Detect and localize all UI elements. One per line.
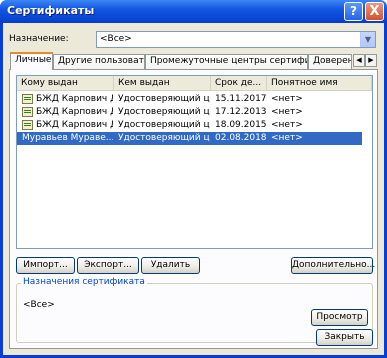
cell-issued-to: БЖД Карпович Д.А. (36, 120, 113, 130)
table-row[interactable]: БЖД Карпович Д.А. Удостоверяющий це... 1… (17, 93, 362, 106)
certificate-list[interactable]: Кому выдан Кем выдан Срок де... Понятное… (16, 75, 373, 249)
cell-friendly-name: <нет> (271, 133, 303, 143)
column-header-issued-by[interactable]: Кем выдан (114, 76, 211, 91)
advanced-button[interactable]: Дополнительно... (291, 257, 375, 274)
tab-scroll-left-icon[interactable]: ◀ (353, 54, 365, 67)
cell-issued-by: Удостоверяющий це... (118, 107, 210, 117)
certificate-icon (22, 107, 33, 117)
window-title: Сертификаты (7, 4, 95, 17)
certificates-dialog: Сертификаты ? X Назначение: <Все> ▼ Личн… (0, 0, 387, 358)
tab-other-people[interactable]: Другие пользователи (53, 54, 145, 70)
certificate-icon (22, 94, 33, 104)
cell-issued-by: Удостоверяющий це... (118, 133, 210, 143)
tab-intermediate-ca[interactable]: Промежуточные центры сертификации (145, 54, 308, 70)
tab-trusted-root[interactable]: Доверенн (308, 54, 352, 70)
cell-expiration: 18.09.2015 (215, 120, 267, 130)
purpose-select[interactable]: <Все> ▼ (96, 31, 376, 48)
help-button[interactable]: ? (344, 2, 363, 21)
cell-issued-by: Удостоверяющий це... (118, 94, 210, 104)
cell-expiration: 02.08.2018 (215, 133, 267, 143)
purpose-select-value: <Все> (100, 34, 132, 44)
cell-expiration: 17.12.2013 (215, 107, 267, 117)
chevron-down-icon[interactable]: ▼ (360, 32, 375, 47)
cell-friendly-name: <нет> (271, 107, 303, 117)
export-button[interactable]: Экспорт... (77, 257, 139, 274)
cell-issued-to: БЖД Карпович Д.А. (36, 107, 113, 117)
cell-expiration: 15.11.2017 (215, 94, 267, 104)
table-row[interactable]: БЖД Карпович Д.А. Удостоверяющий це... 1… (17, 119, 362, 132)
certificate-icon (22, 120, 33, 130)
purpose-label: Назначение: (9, 34, 69, 44)
cell-friendly-name: <нет> (271, 94, 303, 104)
cell-issued-to: БЖД Карпович Д.А. (36, 94, 113, 104)
tab-personal[interactable]: Личные (10, 52, 53, 70)
cell-issued-by: Удостоверяющий це... (118, 120, 210, 130)
certificate-purposes-value: <Все> (23, 300, 55, 310)
import-button[interactable]: Импорт... (16, 257, 75, 274)
delete-button[interactable]: Удалить (141, 257, 200, 274)
dialog-client-area: Назначение: <Все> ▼ Личные Другие пользо… (3, 23, 384, 355)
certificate-purposes-title: Назначения сертификата (21, 277, 147, 287)
table-row[interactable]: БЖД Карпович Д.А. Удостоверяющий це... 1… (17, 106, 362, 119)
view-button[interactable]: Просмотр (311, 309, 368, 326)
title-bar[interactable]: Сертификаты ? X (0, 0, 387, 23)
table-row-selected[interactable]: Муравьев Мураве... Удостоверяющий це... … (17, 132, 362, 145)
close-window-button[interactable]: X (365, 2, 384, 21)
tab-panel: Кому выдан Кем выдан Срок де... Понятное… (9, 69, 378, 349)
column-header-expiration[interactable]: Срок де... (211, 76, 267, 91)
cell-issued-to: Муравьев Мураве... (22, 133, 113, 143)
close-button[interactable]: Закрыть (316, 329, 373, 346)
column-header-friendly-name[interactable]: Понятное имя (267, 76, 372, 91)
cell-friendly-name: <нет> (271, 120, 303, 130)
tab-scroll-right-icon[interactable]: ▶ (365, 54, 377, 67)
column-header-issued-to[interactable]: Кому выдан (17, 76, 114, 91)
